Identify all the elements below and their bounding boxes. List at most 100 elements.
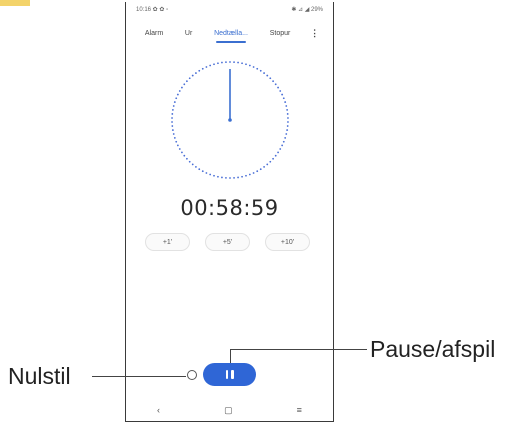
dial-dot	[178, 148, 181, 150]
dial-dot	[176, 93, 179, 96]
dial-dot	[233, 176, 235, 179]
dial-dot	[171, 129, 174, 131]
reset-icon[interactable]	[187, 370, 197, 380]
dial-dot	[241, 175, 243, 178]
callout-pause-leader	[230, 349, 367, 350]
dial-dot	[205, 66, 208, 68]
dial-dot	[195, 166, 197, 168]
dial-dot	[281, 93, 284, 96]
callout-pause-leader-drop	[230, 349, 231, 363]
dial-dot	[171, 121, 173, 123]
dial-dot	[286, 125, 289, 127]
dial-dot	[172, 133, 175, 135]
dial-dot	[245, 63, 247, 66]
dial-dot	[173, 137, 176, 139]
tab-stopwatch[interactable]: Stopur	[268, 26, 293, 41]
dial-dot	[287, 117, 289, 119]
dial-dot	[272, 157, 274, 160]
dial-dot	[272, 80, 274, 83]
add-5-minutes-button[interactable]: +5'	[205, 233, 250, 251]
dial-dot	[286, 113, 289, 115]
dial-dot	[248, 173, 251, 176]
callout-pause-label: Pause/afspil	[370, 336, 496, 362]
dial-dot	[191, 163, 194, 166]
dial-dot	[237, 176, 239, 179]
dial-dot	[181, 151, 183, 154]
dial-dot	[285, 105, 288, 107]
dial-dot	[195, 72, 197, 74]
dial-dot	[171, 125, 174, 127]
dial-dot	[172, 105, 175, 107]
dial-dot	[233, 61, 235, 64]
dial-dot	[274, 154, 277, 157]
dial-dot	[188, 160, 191, 163]
dial-dot	[175, 97, 178, 100]
dial-dot	[217, 175, 219, 178]
dial-dot	[201, 170, 204, 173]
dial-dot	[252, 172, 255, 174]
clock-tabs: Alarm Ur Nedtælla... Stopur ⋮	[126, 22, 333, 44]
add-10-minutes-button[interactable]: +10'	[265, 233, 310, 251]
timer-dial	[171, 61, 289, 179]
status-bar: 10:16 ✿ ✿ ▫ ✱ ⊿ ◢ 29%	[126, 2, 333, 16]
dial-dot	[186, 157, 188, 160]
dial-dot	[248, 64, 251, 67]
callout-reset-leader	[92, 376, 186, 377]
more-options-icon[interactable]: ⋮	[310, 28, 319, 39]
dial-dot	[274, 83, 277, 86]
dial-dot	[225, 176, 227, 179]
status-bar-left: 10:16 ✿ ✿ ▫	[136, 6, 169, 13]
dial-dot	[269, 160, 272, 163]
home-icon[interactable]: ▢	[224, 405, 233, 416]
tab-alarm[interactable]: Alarm	[143, 26, 165, 41]
dial-dot	[286, 109, 289, 111]
add-1-minute-button[interactable]: +1'	[145, 233, 190, 251]
dial-dot	[213, 63, 215, 66]
pause-icon-bar	[231, 370, 234, 379]
dial-dot	[286, 129, 289, 131]
navigation-bar: ‹ ▢ ≡	[125, 403, 334, 417]
tab-clock[interactable]: Ur	[183, 26, 194, 41]
dial-dot	[175, 140, 178, 143]
page-corner-mark	[0, 0, 30, 6]
dial-dot	[191, 74, 194, 77]
dial-dot	[178, 90, 181, 92]
dial-dot	[256, 67, 259, 70]
dial-dot	[284, 101, 287, 103]
dial-dot	[198, 69, 201, 72]
tab-timer[interactable]: Nedtælla...	[212, 26, 250, 43]
dial-dot	[237, 61, 239, 64]
dial-dot	[229, 177, 231, 179]
dial-dot	[213, 174, 215, 177]
dial-hand-pivot	[228, 118, 232, 122]
dial-dot	[263, 166, 265, 168]
back-icon[interactable]: ‹	[157, 405, 160, 415]
dial-dot	[269, 77, 272, 80]
dial-dot	[221, 176, 223, 179]
dial-dot	[245, 174, 247, 177]
dial-dot	[266, 74, 269, 77]
dial-dot	[181, 86, 183, 89]
recents-icon[interactable]: ≡	[297, 405, 302, 415]
dial-dot	[188, 77, 191, 80]
dial-dot	[221, 61, 223, 64]
dial-dot	[176, 144, 179, 147]
dial-dot	[198, 168, 201, 171]
dial-dot	[256, 170, 259, 173]
dial-dot	[217, 62, 219, 65]
dial-dot	[282, 140, 285, 143]
dial-dot	[171, 113, 174, 115]
dial-dot	[259, 69, 262, 72]
dial-dot	[183, 154, 186, 157]
dial-dot	[277, 86, 279, 89]
dial-dot	[281, 144, 284, 147]
dial-dot	[201, 67, 204, 70]
dial-dot	[266, 163, 269, 166]
dial-dot	[171, 109, 174, 111]
dial-dot	[259, 168, 262, 171]
dial-dot	[225, 61, 227, 64]
status-bar-right: ✱ ⊿ ◢ 29%	[291, 6, 323, 13]
pause-icon	[225, 370, 228, 379]
dial-dot	[183, 83, 186, 86]
pause-button[interactable]	[203, 363, 256, 386]
